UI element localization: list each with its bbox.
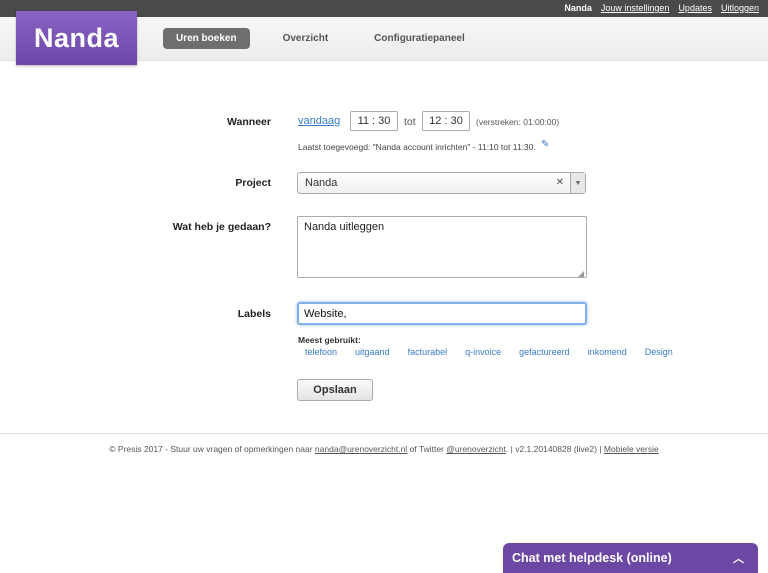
most-used-label: Meest gebruikt: [298,335,361,345]
footer-divider [0,433,768,434]
tag-link[interactable]: uitgaand [355,347,390,357]
tab-configuratiepaneel[interactable]: Configuratiepaneel [361,28,478,49]
tag-link[interactable]: Design [645,347,673,357]
tag-link[interactable]: gefactureerd [519,347,570,357]
footer-text: of Twitter [407,444,447,454]
edit-pencil-icon[interactable]: ✎ [541,139,549,150]
tag-link[interactable]: telefoon [305,347,337,357]
project-value: Nanda [305,177,338,189]
twitter-link[interactable]: @urenoverzicht [446,444,506,454]
tab-overzicht[interactable]: Overzicht [270,28,342,49]
tag-link[interactable]: facturabel [408,347,448,357]
settings-link[interactable]: Jouw instellingen [601,3,670,13]
email-link[interactable]: nanda@urenoverzicht.nl [315,444,407,454]
labels-label: Labels [237,308,271,320]
project-label: Project [235,177,271,189]
project-select[interactable]: Nanda ✕ ▼ [297,172,586,194]
updates-link[interactable]: Updates [678,3,712,13]
main-nav: Uren boeken Overzicht Configuratiepaneel [163,28,498,49]
logout-link[interactable]: Uitloggen [721,3,759,13]
resize-grip-icon[interactable]: ◢ [578,269,584,278]
last-added-info: Laatst toegevoegd: "Nanda account inrich… [298,142,536,152]
most-used-tags: telefoon uitgaand facturabel q-invoice g… [305,347,691,357]
logo[interactable]: Nanda [16,11,137,65]
when-label: Wanneer [227,116,271,128]
helpdesk-label: Chat met helpdesk (online) [512,551,672,565]
footer-copyright: © Presis 2017 - Stuur uw vragen of opmer… [109,444,315,454]
start-time-input[interactable]: 11 : 30 [350,111,398,131]
chevron-down-icon[interactable]: ▼ [570,173,585,193]
save-button[interactable]: Opslaan [297,379,373,401]
current-user: Nanda [564,3,592,13]
footer: © Presis 2017 - Stuur uw vragen of opmer… [0,444,768,454]
tag-link[interactable]: inkomend [588,347,627,357]
helpdesk-chat-button[interactable]: Chat met helpdesk (online) ︿ [503,543,758,573]
footer-version: . | v2.1.20140828 (live2) | [505,444,604,454]
mobile-version-link[interactable]: Mobiele versie [604,444,659,454]
elapsed-time: (verstreken: 01:00:00) [476,117,560,127]
tab-uren-boeken[interactable]: Uren boeken [163,28,250,49]
description-field[interactable]: Nanda uitleggen [297,216,587,278]
clear-icon[interactable]: ✕ [556,177,564,188]
today-link[interactable]: vandaag [298,115,340,127]
labels-input[interactable] [297,302,587,325]
to-label: tot [404,116,416,128]
tag-link[interactable]: q-invoice [465,347,501,357]
account-links: Nanda Jouw instellingen Updates Uitlogge… [564,3,759,13]
end-time-input[interactable]: 12 : 30 [422,111,470,131]
description-label: Wat heb je gedaan? [172,221,271,233]
chevron-up-icon: ︿ [733,553,744,565]
